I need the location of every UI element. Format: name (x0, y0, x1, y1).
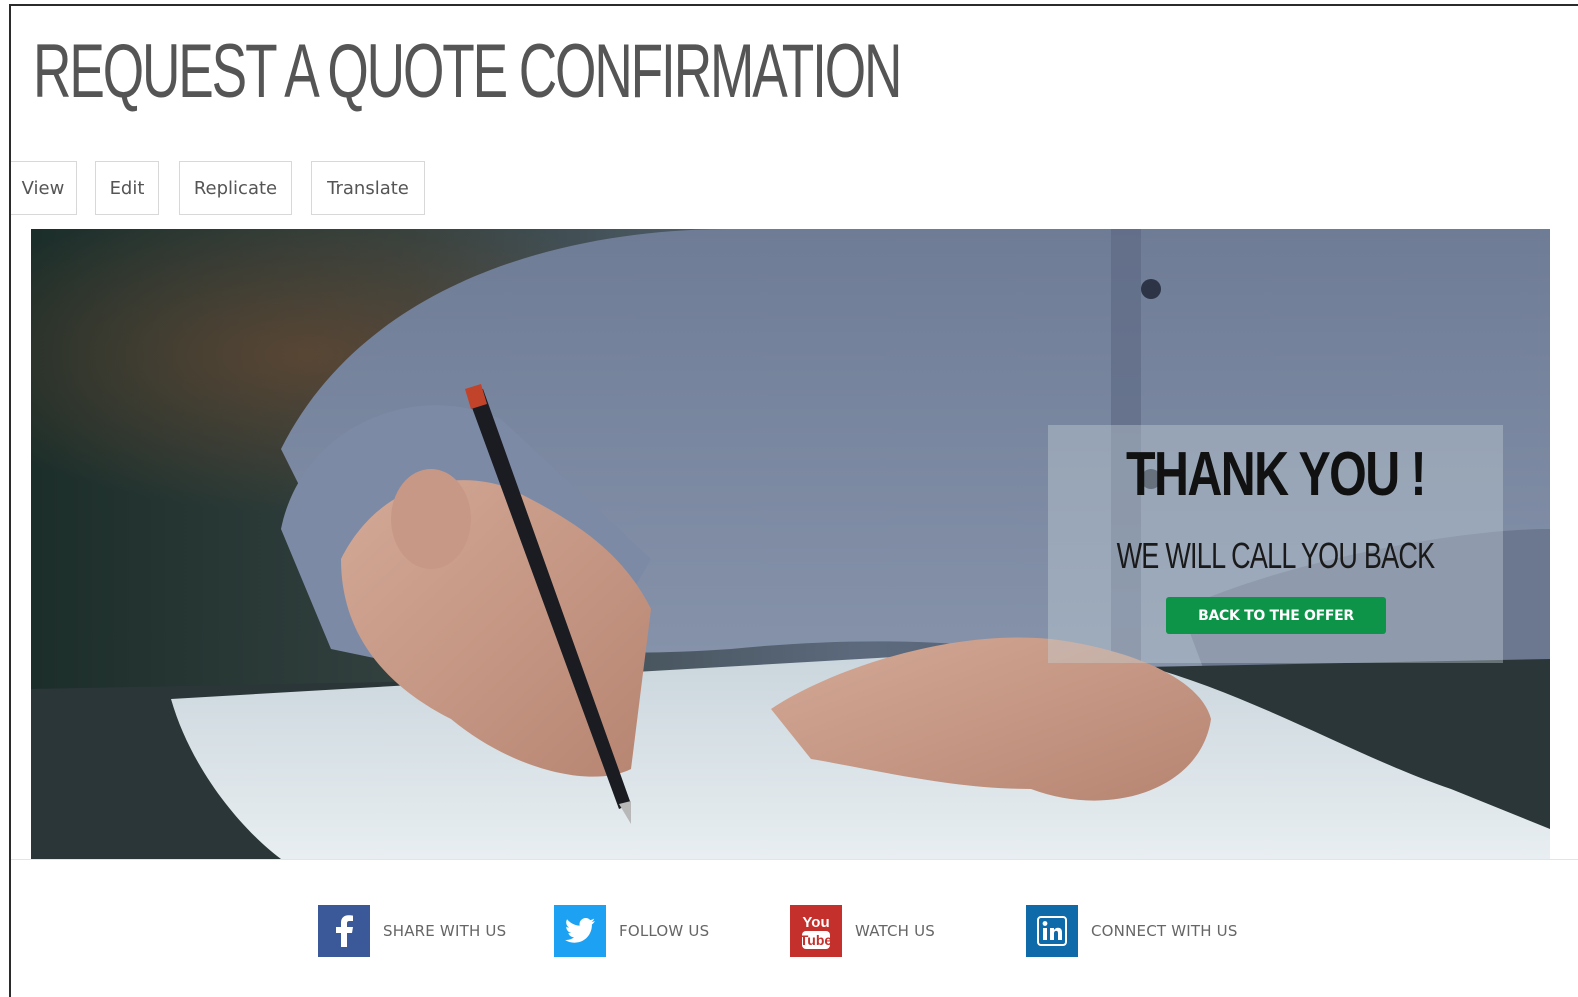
social-label: WATCH US (855, 922, 936, 940)
social-label: FOLLOW US (619, 922, 710, 940)
social-label: CONNECT WITH US (1091, 922, 1238, 940)
footer-divider (11, 859, 1578, 860)
svg-text:Tube: Tube (800, 932, 833, 948)
youtube-icon: You Tube (790, 905, 842, 957)
thank-you-panel: THANK YOU ! WE WILL CALL YOU BACK BACK T… (1048, 425, 1503, 663)
social-share-facebook[interactable]: SHARE WITH US (318, 904, 506, 958)
social-label: SHARE WITH US (383, 922, 507, 940)
social-connect-linkedin[interactable]: CONNECT WITH US (1026, 904, 1238, 958)
tab-replicate[interactable]: Replicate (179, 161, 292, 215)
linkedin-icon (1026, 905, 1078, 957)
social-links: SHARE WITH US FOLLOW US You Tube WATCH U… (11, 904, 1578, 958)
tab-edit[interactable]: Edit (95, 161, 159, 215)
back-to-offer-button[interactable]: BACK TO THE OFFER (1166, 597, 1386, 634)
call-back-text: WE WILL CALL YOU BACK (1116, 535, 1436, 576)
twitter-icon (554, 905, 606, 957)
page-frame: REQUEST A QUOTE CONFIRMATION View Edit R… (9, 4, 1578, 997)
facebook-icon (318, 905, 370, 957)
hero-banner: THANK YOU ! WE WILL CALL YOU BACK BACK T… (31, 229, 1550, 859)
thank-you-heading: THANK YOU ! (1126, 440, 1427, 509)
social-follow-twitter[interactable]: FOLLOW US (554, 904, 709, 958)
page-title: REQUEST A QUOTE CONFIRMATION (33, 29, 902, 114)
svg-text:You: You (802, 914, 829, 931)
social-watch-youtube[interactable]: You Tube WATCH US (790, 904, 935, 958)
tab-view[interactable]: View (11, 161, 77, 215)
tab-translate[interactable]: Translate (311, 161, 425, 215)
